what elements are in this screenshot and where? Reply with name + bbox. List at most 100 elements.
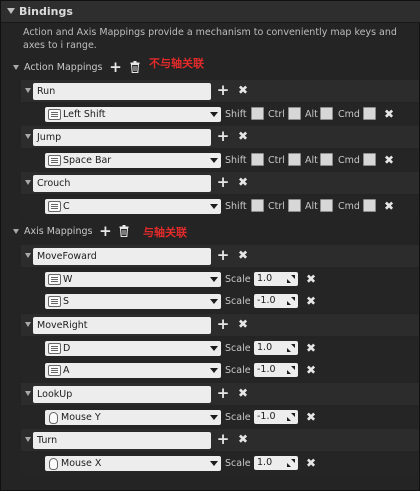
key-label: Space Bar [63,155,112,166]
remove-mapping-x-icon[interactable]: ✖ [236,432,250,446]
remove-mapping-x-icon[interactable]: ✖ [236,386,250,400]
collapse-arrow-icon[interactable] [25,437,31,442]
add-key-plus-icon[interactable]: + [216,317,230,332]
cmd-checkbox[interactable] [363,199,376,212]
scale-input[interactable]: -1.0 [254,294,298,308]
remove-key-x-icon[interactable]: ✖ [304,294,318,308]
resize-handle-icon[interactable] [287,413,295,421]
key-selector[interactable]: S [45,294,221,309]
alt-checkbox[interactable] [320,199,333,212]
key-selector[interactable]: A [45,363,221,378]
add-key-plus-icon[interactable]: + [216,129,230,144]
key-selector[interactable]: Mouse X [45,456,221,471]
keyboard-icon [48,296,61,307]
remove-key-x-icon[interactable]: ✖ [304,363,318,377]
remove-key-x-icon[interactable]: ✖ [304,272,318,286]
key-selector[interactable]: Left Shift [45,107,221,122]
shift-checkbox[interactable] [251,199,264,212]
delete-all-trash-icon[interactable] [129,60,141,74]
scale-input[interactable]: -1.0 [254,363,298,377]
section-header[interactable]: Bindings [1,1,420,23]
add-action-mapping-plus-icon[interactable]: + [109,60,123,75]
dropdown-caret-icon [210,346,218,351]
dropdown-caret-icon [210,112,218,117]
add-key-plus-icon[interactable]: + [216,175,230,190]
ctrl-label: Ctrl [268,155,285,166]
collapse-arrow-icon[interactable] [25,180,31,185]
cmd-label: Cmd [338,201,360,212]
action-name-input[interactable]: Crouch [33,175,211,192]
key-selector[interactable]: D [45,341,221,356]
add-key-plus-icon[interactable]: + [216,432,230,447]
scale-input[interactable]: 1.0 [254,456,298,470]
alt-checkbox[interactable] [320,153,333,166]
key-selector[interactable]: W [45,272,221,287]
remove-mapping-x-icon[interactable]: ✖ [236,248,250,262]
key-label: A [63,365,70,376]
remove-mapping-x-icon[interactable]: ✖ [236,83,250,97]
key-selector[interactable]: Space Bar [45,153,221,168]
collapse-arrow-icon[interactable] [25,88,31,93]
remove-mapping-x-icon[interactable]: ✖ [236,175,250,189]
resize-handle-icon[interactable] [287,275,295,283]
scale-label: Scale [225,296,251,307]
dropdown-caret-icon [210,204,218,209]
collapse-arrow-icon[interactable] [25,253,31,258]
action-name-input[interactable]: Run [33,83,211,100]
resize-handle-icon[interactable] [287,366,295,374]
action-mappings-header: Action Mappings + [13,59,141,75]
remove-key-x-icon[interactable]: ✖ [304,410,318,424]
collapse-arrow-icon[interactable] [25,322,31,327]
collapse-arrow-icon[interactable] [25,391,31,396]
remove-mapping-x-icon[interactable]: ✖ [236,129,250,143]
key-selector[interactable]: Mouse Y [45,410,221,425]
ctrl-checkbox[interactable] [288,153,301,166]
scale-input[interactable]: -1.0 [254,410,298,424]
collapse-arrow-icon[interactable] [7,8,15,14]
remove-key-x-icon[interactable]: ✖ [304,341,318,355]
section-title: Bindings [19,5,73,18]
add-axis-mapping-plus-icon[interactable]: + [98,224,112,239]
key-selector[interactable]: C [45,199,221,214]
key-label: Mouse X [61,458,102,469]
keyboard-icon [48,343,61,354]
add-key-plus-icon[interactable]: + [216,248,230,263]
shift-checkbox[interactable] [251,107,264,120]
cmd-checkbox[interactable] [363,107,376,120]
delete-all-trash-icon[interactable] [118,224,130,238]
scale-input[interactable]: 1.0 [254,341,298,355]
key-label: W [63,274,73,285]
resize-handle-icon[interactable] [287,344,295,352]
axis-name-input[interactable]: Turn [33,432,211,449]
keyboard-icon [48,201,61,212]
ctrl-checkbox[interactable] [288,107,301,120]
resize-handle-icon[interactable] [287,459,295,467]
add-key-plus-icon[interactable]: + [216,386,230,401]
section-description: Action and Axis Mappings provide a mecha… [23,27,397,51]
scale-input[interactable]: 1.0 [254,272,298,286]
remove-key-x-icon[interactable]: ✖ [382,107,396,121]
shift-checkbox[interactable] [251,153,264,166]
collapse-arrow-icon[interactable] [13,228,19,234]
scale-value: 1.0 [257,273,273,284]
shift-label: Shift [225,155,247,166]
dropdown-caret-icon [210,461,218,466]
axis-name-input[interactable]: MoveFoward [33,248,211,265]
add-key-plus-icon[interactable]: + [216,83,230,98]
resize-handle-icon[interactable] [287,297,295,305]
remove-mapping-x-icon[interactable]: ✖ [236,317,250,331]
axis-name-input[interactable]: MoveRight [33,317,211,334]
ctrl-checkbox[interactable] [288,199,301,212]
action-name-input[interactable]: Jump [33,129,211,146]
remove-key-x-icon[interactable]: ✖ [304,456,318,470]
cmd-checkbox[interactable] [363,153,376,166]
alt-label: Alt [305,201,318,212]
alt-checkbox[interactable] [320,107,333,120]
dropdown-caret-icon [210,158,218,163]
collapse-arrow-icon[interactable] [13,64,19,70]
keyboard-icon [48,109,61,120]
remove-key-x-icon[interactable]: ✖ [382,153,396,167]
remove-key-x-icon[interactable]: ✖ [382,199,396,213]
axis-name-input[interactable]: LookUp [33,386,211,403]
collapse-arrow-icon[interactable] [25,134,31,139]
